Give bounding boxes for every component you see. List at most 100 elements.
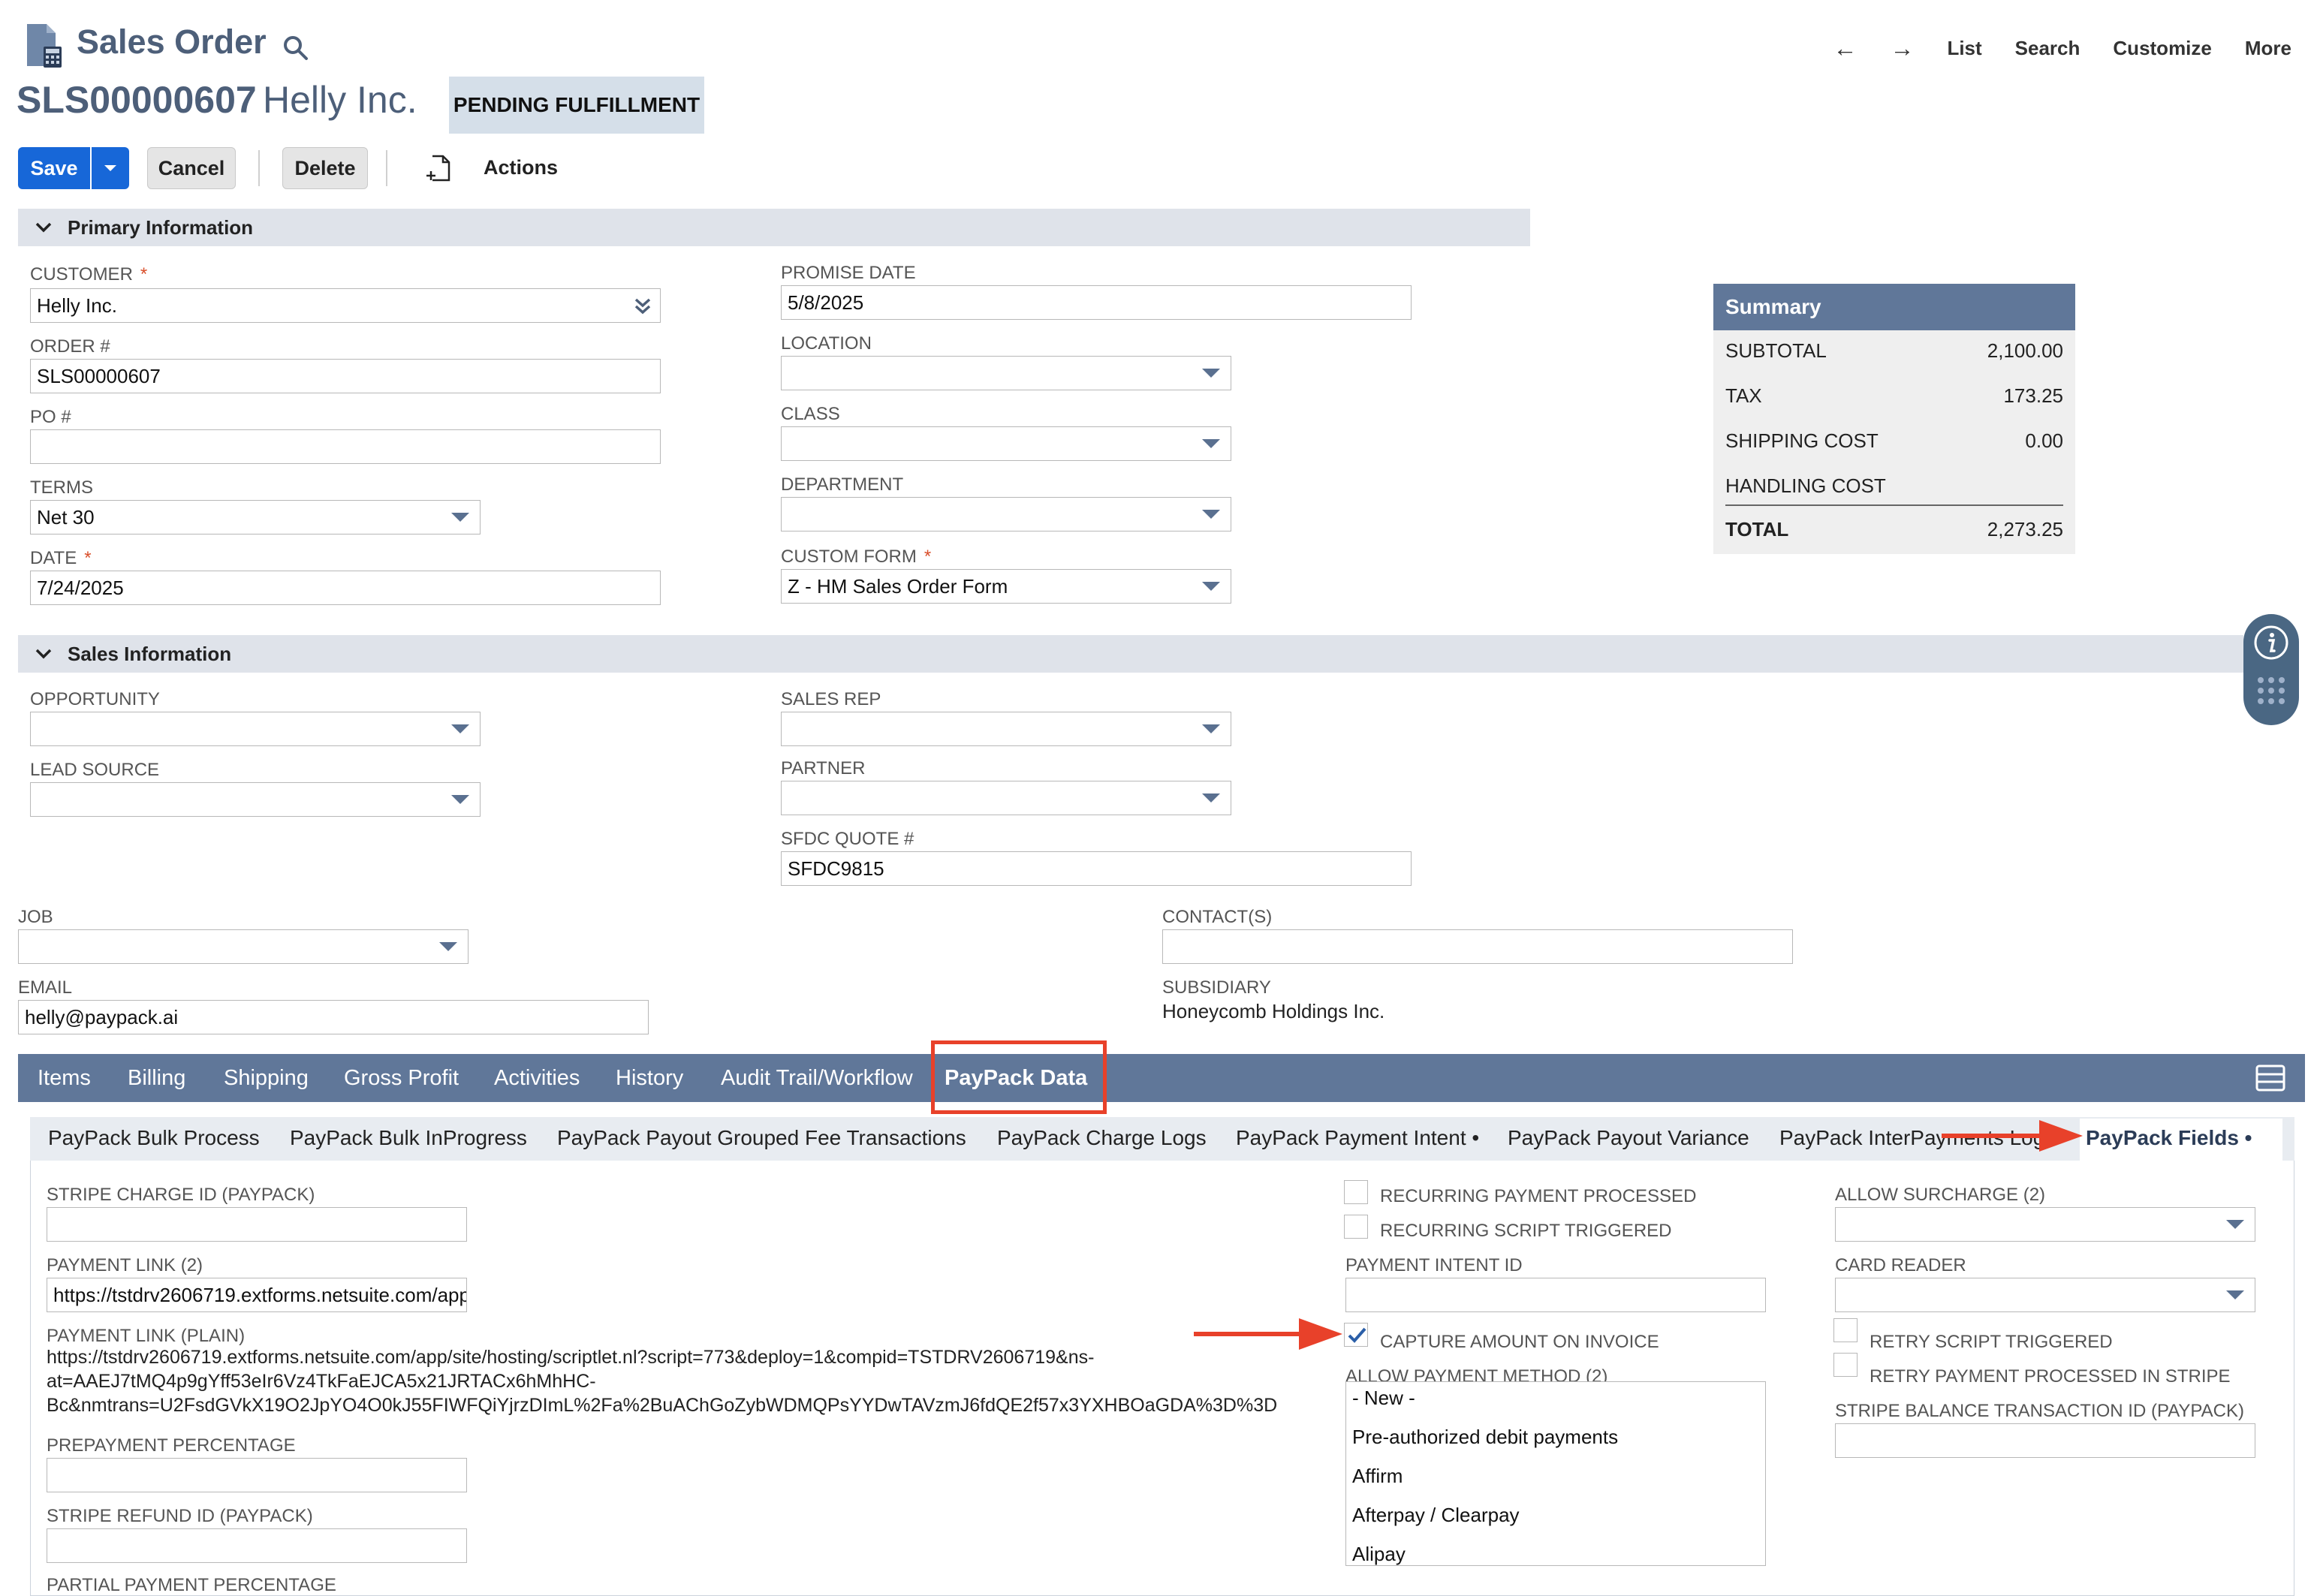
list-item[interactable]: Pre-authorized debit payments [1352, 1426, 1618, 1449]
cancel-button[interactable]: Cancel [147, 147, 236, 189]
payment-intent-id-field[interactable] [1345, 1278, 1766, 1312]
tab-history[interactable]: History [616, 1066, 683, 1091]
tab-menu-icon[interactable] [2255, 1065, 2285, 1092]
actions-menu[interactable]: Actions [484, 156, 558, 179]
allow-payment-method-multiselect[interactable]: - New - Pre-authorized debit payments Af… [1345, 1381, 1766, 1566]
list-link[interactable]: List [1947, 37, 1981, 60]
subtab-payout-variance[interactable]: PayPack Payout Variance [1508, 1126, 1749, 1150]
card-reader-select[interactable] [1835, 1278, 2255, 1312]
dropdown-arrow-icon [1202, 793, 1220, 803]
subsidiary-value: Honeycomb Holdings Inc. [1162, 1000, 1385, 1022]
actions-document-icon[interactable] [425, 153, 455, 183]
page-type-title: Sales Order [77, 23, 267, 61]
delete-button[interactable]: Delete [282, 147, 368, 189]
section-title: Primary Information [68, 215, 254, 239]
dropdown-arrow-icon [1202, 724, 1220, 733]
summary-divider [1725, 504, 2063, 506]
partner-select[interactable] [781, 781, 1231, 815]
subtab-bulk-inprogress[interactable]: PayPack Bulk InProgress [290, 1126, 527, 1150]
card-reader-label: CARD READER [1835, 1255, 1966, 1275]
sfdc-quote-field[interactable]: SFDC9815 [781, 851, 1412, 886]
contacts-field[interactable] [1162, 929, 1793, 964]
capture-amount-on-invoice-checkbox[interactable] [1344, 1323, 1368, 1347]
stripe-refund-id-field[interactable] [47, 1528, 467, 1563]
capture-amount-on-invoice-label: CAPTURE AMOUNT ON INVOICE [1380, 1332, 1659, 1352]
terms-select[interactable]: Net 30 [30, 500, 481, 535]
lead-source-label: LEAD SOURCE [30, 760, 160, 780]
list-item[interactable]: Afterpay / Clearpay [1352, 1504, 1520, 1527]
email-field[interactable]: helly@paypack.ai [18, 1000, 649, 1034]
dropdown-arrow-icon [1202, 439, 1220, 448]
customer-field[interactable]: Helly Inc. [30, 288, 661, 323]
retry-payment-processed-checkbox[interactable] [1833, 1353, 1858, 1377]
promise-date-field[interactable]: 5/8/2025 [781, 285, 1412, 320]
annotation-arrow-icon [1942, 1120, 2083, 1152]
recurring-script-triggered-checkbox[interactable] [1344, 1215, 1368, 1239]
payment-link-field[interactable]: https://tstdrv2606719.extforms.netsuite.… [47, 1278, 467, 1312]
location-select[interactable] [781, 356, 1231, 390]
list-item[interactable]: Affirm [1352, 1465, 1403, 1488]
retry-script-triggered-checkbox[interactable] [1833, 1318, 1858, 1342]
order-number-field[interactable]: SLS00000607 [30, 359, 661, 393]
job-select[interactable] [18, 929, 469, 964]
back-arrow-icon[interactable]: ← [1833, 35, 1857, 62]
sales-information-section[interactable]: Sales Information [18, 635, 2243, 673]
prepayment-percentage-field[interactable] [47, 1458, 467, 1492]
primary-information-section[interactable]: Primary Information [18, 209, 1530, 246]
active-tab-highlight-box [931, 1040, 1107, 1114]
toolbar-divider [258, 150, 260, 186]
custom-form-select[interactable]: Z - HM Sales Order Form [781, 569, 1231, 604]
tab-items[interactable]: Items [38, 1066, 91, 1091]
stripe-balance-transaction-field[interactable] [1835, 1423, 2255, 1458]
list-item[interactable]: Alipay [1352, 1543, 1406, 1565]
partner-label: PARTNER [781, 758, 866, 778]
stripe-charge-id-field[interactable] [47, 1207, 467, 1242]
info-icon[interactable] [2253, 625, 2289, 661]
required-marker: * [84, 548, 92, 568]
date-field[interactable]: 7/24/2025 [30, 571, 661, 605]
list-item[interactable]: - New - [1352, 1387, 1415, 1410]
forward-arrow-icon[interactable]: → [1890, 35, 1914, 62]
po-number-field[interactable] [30, 429, 661, 464]
subtab-charge-logs[interactable]: PayPack Charge Logs [997, 1126, 1207, 1150]
sales-rep-select[interactable] [781, 712, 1231, 746]
required-marker: * [140, 264, 148, 285]
department-label: DEPARTMENT [781, 474, 904, 495]
checkmark-icon [1348, 1327, 1366, 1343]
location-label: LOCATION [781, 333, 872, 354]
recurring-payment-processed-label: RECURRING PAYMENT PROCESSED [1380, 1186, 1697, 1206]
floating-help-widget[interactable] [2243, 614, 2299, 725]
top-navigation: ← → List Search Customize More [1833, 35, 2291, 62]
dropdown-arrow-icon [439, 942, 457, 951]
search-link[interactable]: Search [2015, 37, 2080, 60]
more-link[interactable]: More [2245, 37, 2291, 60]
double-chevron-down-icon[interactable] [633, 297, 652, 316]
section-title: Sales Information [68, 642, 232, 665]
save-button[interactable]: Save [18, 147, 90, 189]
class-select[interactable] [781, 426, 1231, 461]
subtab-paypack-fields[interactable]: PayPack Fields • [2086, 1126, 2252, 1150]
drag-grip-icon[interactable] [2256, 676, 2286, 706]
tab-gross-profit[interactable]: Gross Profit [344, 1066, 459, 1091]
subtab-bulk-process[interactable]: PayPack Bulk Process [48, 1126, 260, 1150]
allow-surcharge-select[interactable] [1835, 1207, 2255, 1242]
subtab-payment-intent[interactable]: PayPack Payment Intent • [1236, 1126, 1479, 1150]
job-label: JOB [18, 907, 53, 927]
retry-script-triggered-label: RETRY SCRIPT TRIGGERED [1870, 1332, 2113, 1352]
opportunity-select[interactable] [30, 712, 481, 746]
subtab-payout-grouped-fee[interactable]: PayPack Payout Grouped Fee Transactions [557, 1126, 966, 1150]
recurring-payment-processed-checkbox[interactable] [1344, 1180, 1368, 1204]
department-select[interactable] [781, 497, 1231, 531]
lead-source-select[interactable] [30, 782, 481, 817]
payment-link-plain-label: PAYMENT LINK (PLAIN) [47, 1326, 246, 1346]
tab-billing[interactable]: Billing [128, 1066, 185, 1091]
record-id: SLS00000607 [17, 79, 257, 121]
subsidiary-label: SUBSIDIARY [1162, 977, 1271, 998]
tab-audit-trail-workflow[interactable]: Audit Trail/Workflow [721, 1066, 913, 1091]
summary-row-handling: HANDLING COST [1725, 474, 1886, 497]
tab-shipping[interactable]: Shipping [224, 1066, 309, 1091]
customize-link[interactable]: Customize [2113, 37, 2211, 60]
tab-activities[interactable]: Activities [494, 1066, 580, 1091]
search-icon[interactable] [282, 35, 309, 62]
save-dropdown-button[interactable] [92, 147, 129, 189]
